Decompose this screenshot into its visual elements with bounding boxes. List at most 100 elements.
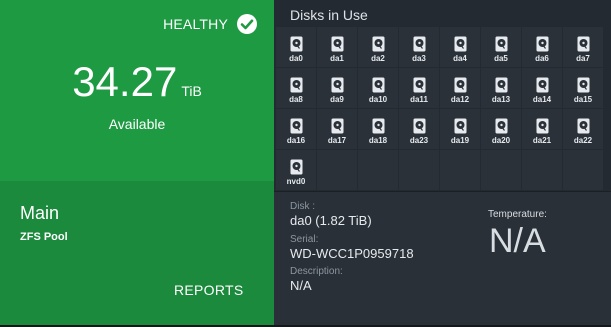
disk-item-label: da16 [286,136,306,145]
disk-item-label: da19 [450,136,470,145]
hard-drive-icon [495,36,508,52]
hard-drive-icon [331,118,344,134]
disk-item[interactable]: da0 [276,27,316,67]
disk-item[interactable]: da10 [358,68,398,108]
empty-disk-slot [522,150,562,190]
pool-name: Main [20,203,60,223]
available-space-value: 34.27 [72,58,178,105]
disk-item-label: da8 [289,95,303,104]
disks-in-use-title: Disks in Use [290,7,368,23]
disk-item-label: da12 [450,95,470,104]
hard-drive-icon [454,118,467,134]
hard-drive-icon [372,118,385,134]
description-key-label: Description: [290,266,343,277]
disks-panel: Disks in Use da0 da1 da2 da3 da4 da5 da6 da7 da8… [274,0,611,327]
hard-drive-icon [372,77,385,93]
pool-widget: HEALTHY 34.27 TiB Available Main ZFS Pool… [0,0,611,327]
disk-item[interactable]: da4 [440,27,480,67]
hard-drive-icon [577,36,590,52]
disk-details: Disk : da0 (1.82 TiB) Serial: WD-WCC1P09… [274,192,611,327]
disk-item[interactable]: da1 [317,27,357,67]
disk-item[interactable]: da3 [399,27,439,67]
disk-value: da0 (1.82 TiB) [290,213,372,228]
disk-item-label: da0 [289,54,303,63]
disk-item-label: da3 [412,54,426,63]
hard-drive-icon [331,36,344,52]
disk-item[interactable]: nvd0 [276,150,316,190]
disk-item-label: da11 [410,95,428,104]
hard-drive-icon [536,36,549,52]
disk-item-label: da21 [532,136,552,145]
pool-type: ZFS Pool [20,231,68,243]
disk-item-label: da23 [409,136,429,145]
hard-drive-icon [290,159,303,175]
disk-item-label: da17 [327,136,347,145]
disk-key-label: Disk : [290,201,315,212]
hard-drive-icon [454,36,467,52]
hard-drive-icon [372,36,385,52]
disk-item[interactable]: da12 [440,68,480,108]
disk-item[interactable]: da8 [276,68,316,108]
disk-item-label: da4 [453,54,467,63]
health-status: HEALTHY [163,13,258,35]
disk-item[interactable]: da6 [522,27,562,67]
disk-item[interactable]: da18 [358,109,398,149]
hard-drive-icon [536,118,549,134]
disk-item-label: da13 [491,95,511,104]
reports-button[interactable]: REPORTS [174,282,244,298]
disk-item-label: da5 [494,54,508,63]
disk-item[interactable]: da2 [358,27,398,67]
disk-item-label: da15 [573,95,593,104]
temperature-label: Temperature: [488,209,547,220]
hard-drive-icon [290,36,303,52]
disk-item[interactable]: da5 [481,27,521,67]
disk-item[interactable]: da9 [317,68,357,108]
hard-drive-icon [290,77,303,93]
disk-item[interactable]: da21 [522,109,562,149]
disk-item-label: da20 [491,136,511,145]
disk-item[interactable]: da11 [399,68,439,108]
hard-drive-icon [413,36,426,52]
disk-item-label: nvd0 [286,177,306,186]
empty-disk-slot [563,150,603,190]
disk-grid: da0 da1 da2 da3 da4 da5 da6 da7 da8 da9 da10 da11 da… [276,27,603,190]
disk-item-label: da22 [573,136,593,145]
disk-item[interactable]: da7 [563,27,603,67]
hard-drive-icon [290,118,303,134]
hard-drive-icon [577,77,590,93]
disk-item[interactable]: da14 [522,68,562,108]
disk-item-label: da10 [368,95,388,104]
disk-item-label: da14 [532,95,552,104]
disk-item[interactable]: da17 [317,109,357,149]
disk-item-label: da1 [330,54,344,63]
hard-drive-icon [577,118,590,134]
serial-value: WD-WCC1P0959718 [290,246,414,261]
health-status-label: HEALTHY [163,16,228,32]
disk-item[interactable]: da19 [440,109,480,149]
disk-item[interactable]: da16 [276,109,316,149]
disk-item[interactable]: da13 [481,68,521,108]
check-circle-icon [237,14,257,34]
disk-item[interactable]: da22 [563,109,603,149]
pool-status-card: HEALTHY 34.27 TiB Available [0,0,274,181]
empty-disk-slot [481,150,521,190]
description-value: N/A [290,278,312,293]
disk-item-label: da18 [368,136,388,145]
hard-drive-icon [495,118,508,134]
hard-drive-icon [413,118,426,134]
empty-disk-slot [317,150,357,190]
available-space-unit: TiB [181,83,202,99]
hard-drive-icon [331,77,344,93]
empty-disk-slot [440,150,480,190]
empty-disk-slot [358,150,398,190]
disk-item-label: da9 [330,95,344,104]
disk-item-label: da7 [576,54,590,63]
disk-item[interactable]: da20 [481,109,521,149]
available-space-label: Available [108,116,166,132]
temperature-value: N/A [489,222,546,260]
empty-disk-slot [399,150,439,190]
disk-item[interactable]: da15 [563,68,603,108]
hard-drive-icon [454,77,467,93]
disk-item[interactable]: da23 [399,109,439,149]
available-space: 34.27 TiB [0,58,274,106]
